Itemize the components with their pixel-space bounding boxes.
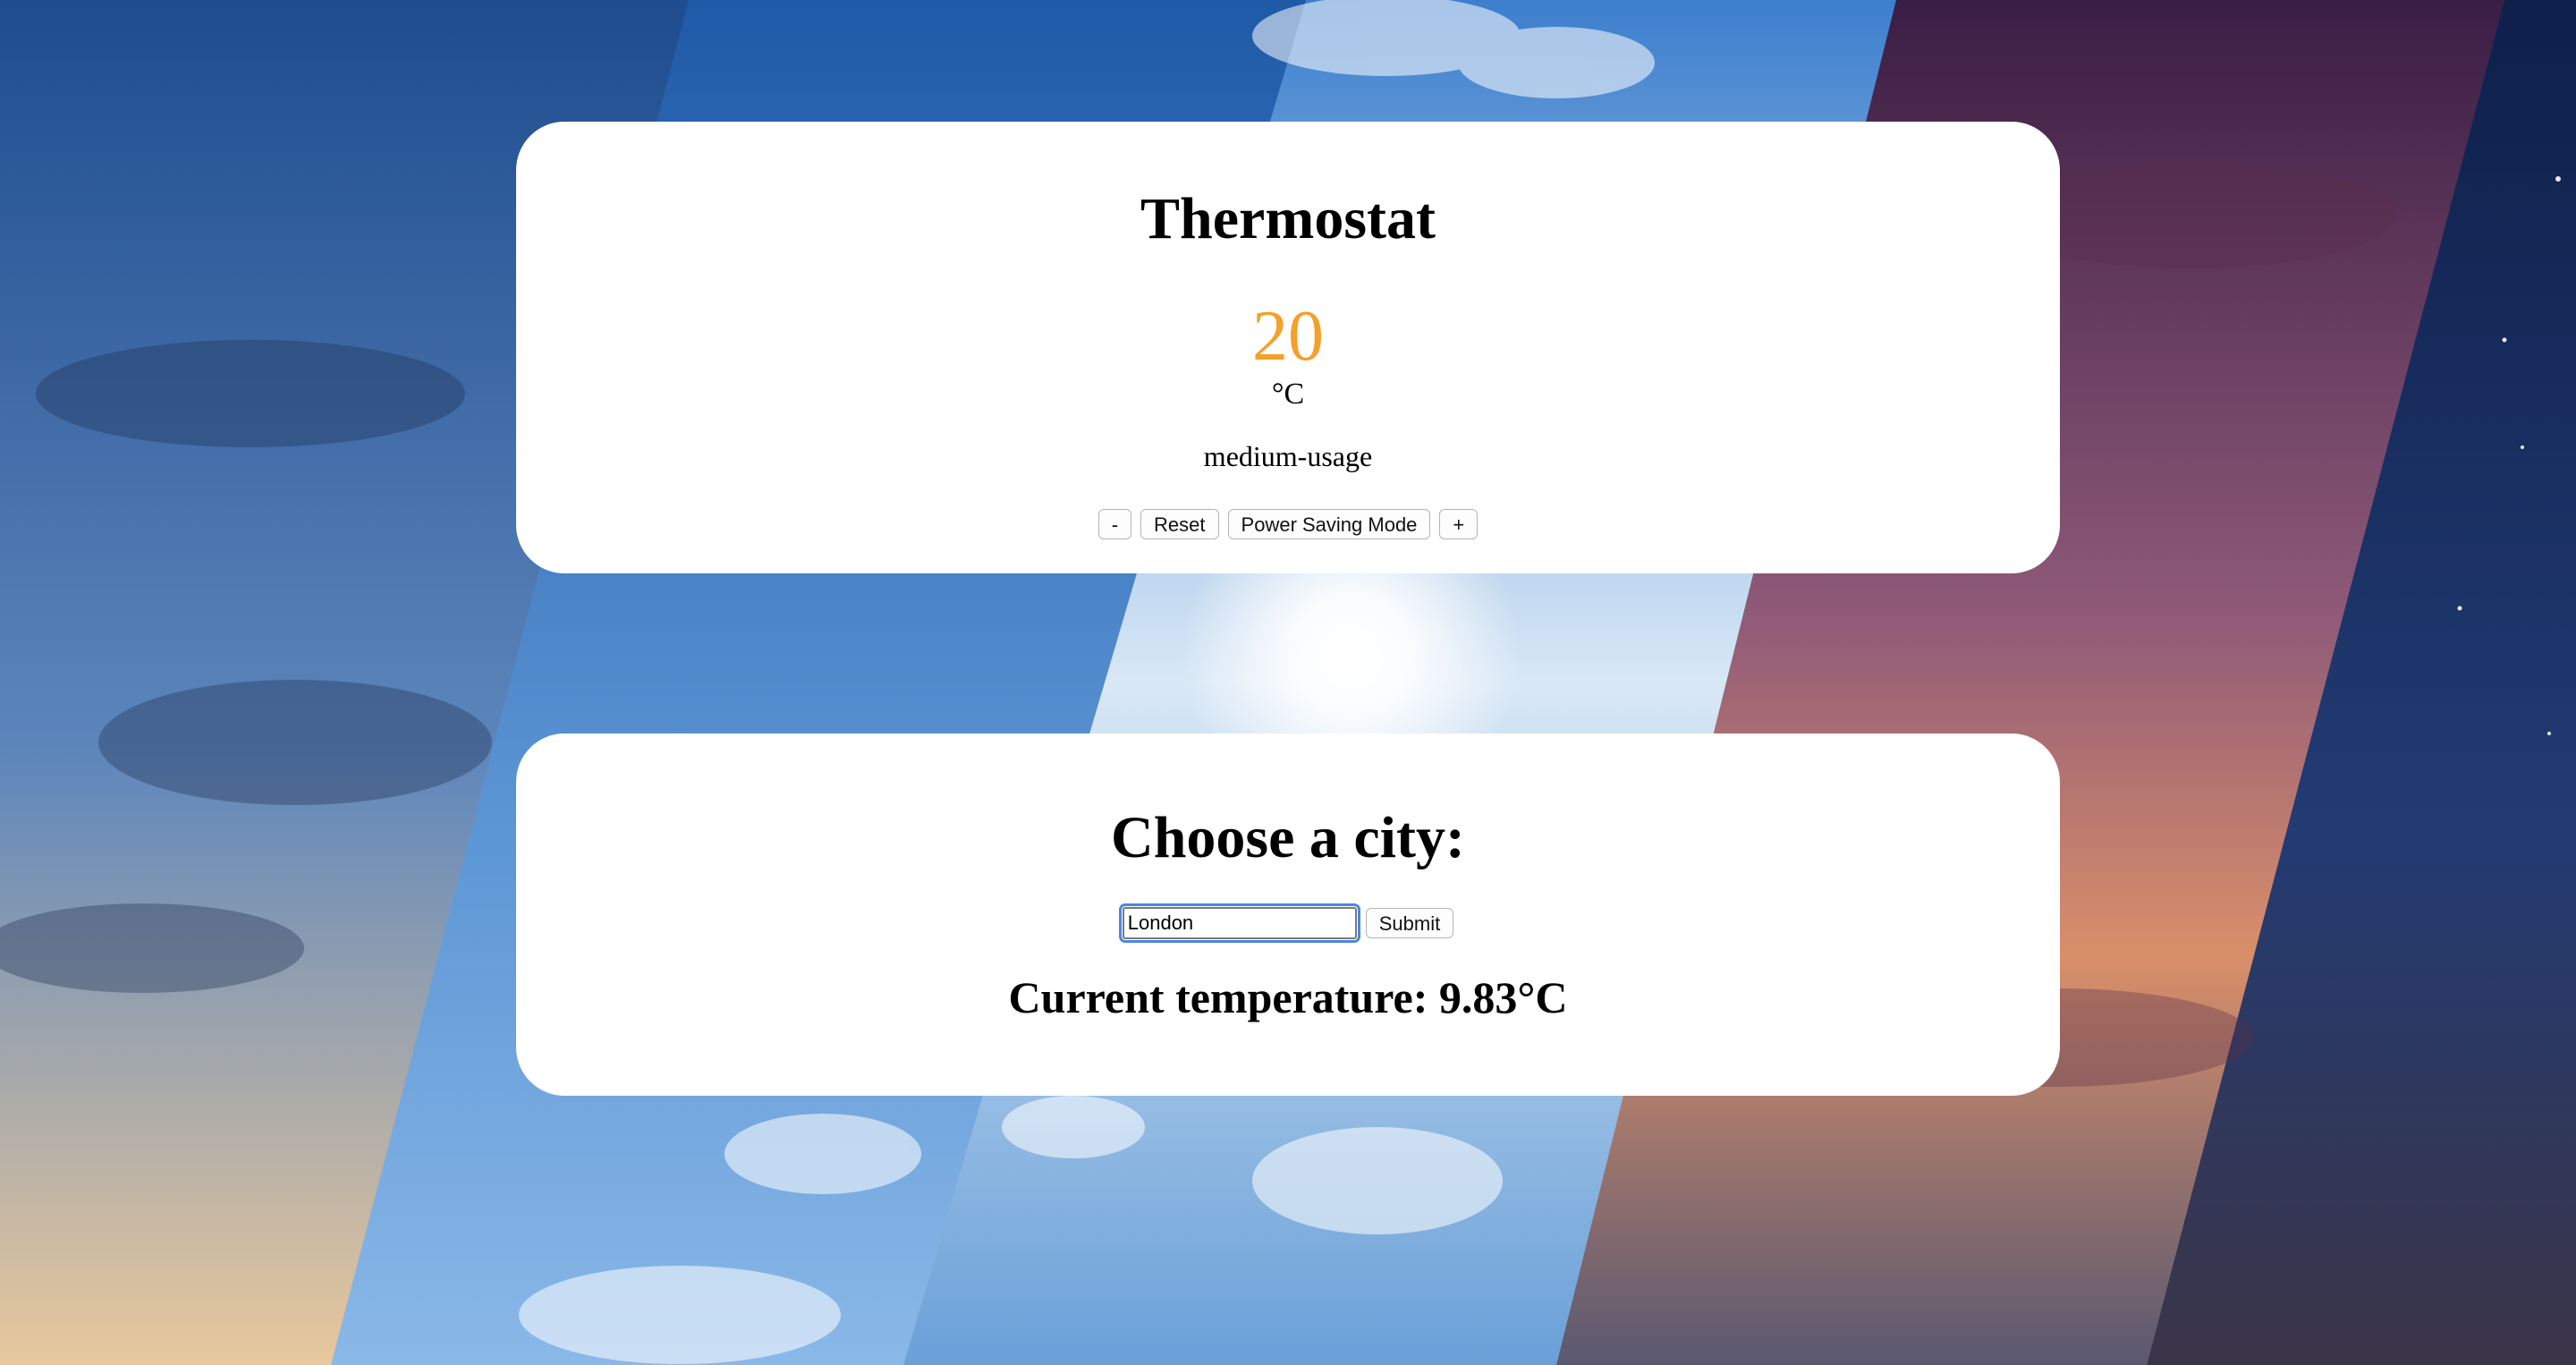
decrease-button[interactable]: - [1097,509,1132,539]
city-form: Submit [516,903,2060,943]
temperature-value: 20 [1252,297,1324,376]
city-card: Choose a city: Submit Current temperatur… [516,733,2060,1096]
thermostat-controls: - Reset Power Saving Mode + [516,509,2060,539]
submit-button[interactable]: Submit [1365,908,1454,938]
thermostat-title: Thermostat [1140,186,1436,251]
temperature-unit: °C [1271,377,1305,411]
energy-usage-status: medium-usage [1203,440,1373,472]
increase-button[interactable]: + [1439,509,1479,539]
current-temperature: Current temperature: 9.83°C [1008,972,1568,1022]
reset-button[interactable]: Reset [1140,509,1219,539]
thermostat-card: Thermostat 20 °C medium-usage - Reset Po… [516,122,2060,573]
city-input[interactable] [1118,903,1360,943]
city-title: Choose a city: [1111,805,1465,870]
power-saving-mode-button[interactable]: Power Saving Mode [1227,509,1431,539]
